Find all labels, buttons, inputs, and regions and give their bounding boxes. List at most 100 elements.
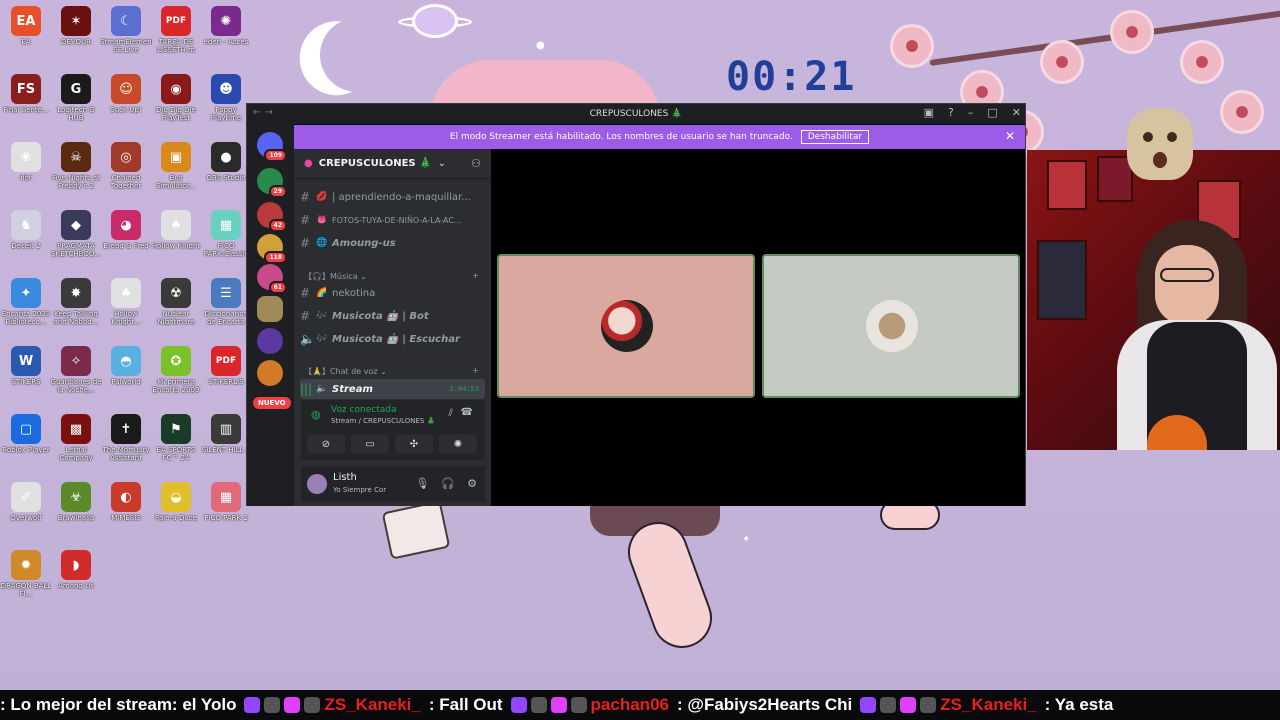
server-badge-icon: ● (304, 158, 313, 169)
desktop-icon[interactable]: ◎ Chained Together (100, 142, 152, 190)
desktop-icon[interactable]: ▥ SILENT HILL 2 (200, 414, 252, 454)
desktop-icon[interactable]: ✐ Overwolf (0, 482, 52, 522)
window-titlebar[interactable]: ← → CREPUSCULONES 🎄 ▣ ? – □ ✕ (247, 104, 1025, 124)
desktop-icon[interactable]: ❀ flor (0, 142, 52, 182)
desktop-icon-label: Diccionarios de Encarta (204, 310, 248, 326)
desktop-icon[interactable]: EA EA (0, 6, 52, 46)
help-icon[interactable]: ? (948, 106, 954, 119)
desktop-icon[interactable]: PDF STIKERLIS (200, 346, 252, 386)
voice-status[interactable]: Voz conectada (331, 405, 396, 415)
channel-item[interactable]: # 🌐 Amoung-us (300, 233, 485, 253)
desktop-icon[interactable]: G Logitech G HUB (50, 74, 102, 122)
inbox-icon[interactable]: ▣ (924, 106, 934, 119)
desktop-icon[interactable]: ♠ Hollow Knight (150, 210, 202, 250)
server-icon[interactable] (257, 328, 283, 354)
server-icon-active[interactable] (257, 296, 283, 322)
desktop-icon-label: StreamElements SE.Live (100, 38, 152, 54)
avatar[interactable] (307, 474, 327, 494)
desktop-icon[interactable]: ▦ PICO PARK 2 (200, 482, 252, 522)
minimize-icon[interactable]: – (968, 106, 974, 119)
desktop-icon[interactable]: ☺ Suck Up! (100, 74, 152, 114)
noise-suppression-icon[interactable]: ⫽ (449, 408, 453, 419)
desktop-icon[interactable]: ✧ Guardianes de la Noche... (50, 346, 102, 394)
server-icon[interactable] (257, 360, 283, 386)
screen-share-button[interactable]: ▭ (351, 434, 389, 454)
mention-badge: 118 (264, 251, 287, 264)
disable-streamer-mode-button[interactable]: Deshabilitar (800, 130, 870, 144)
maximize-icon[interactable]: □ (987, 106, 997, 119)
channel-emoji: 🎶 (316, 311, 328, 321)
server-icon[interactable]: 42 (257, 202, 287, 232)
desktop-icon[interactable]: PDF TAREA DE LISSETH.m (150, 6, 202, 54)
add-channel-icon[interactable]: + (472, 366, 479, 377)
desktop-icon-label: STIKERS (11, 378, 41, 386)
desktop-icon[interactable]: ◕ Bread & Fred (100, 210, 152, 250)
server-header[interactable]: ● CREPUSCULONES 🎄 ⌄ ⚇ (294, 149, 491, 179)
desktop-icon[interactable]: ▢ Roblox Player (0, 414, 52, 454)
desktop-icon[interactable]: ✺ eden - Acces (200, 6, 252, 46)
banner-text: El modo Streamer está habilitado. Los no… (449, 132, 793, 142)
participant-tile[interactable] (762, 254, 1020, 398)
server-icon[interactable]: 118 (257, 234, 287, 264)
discord-window[interactable]: ← → CREPUSCULONES 🎄 ▣ ? – □ ✕ 109 29 42 … (246, 103, 1026, 506)
desktop-icon[interactable]: ☻ Poppy Playtime (200, 74, 252, 122)
channel-item[interactable]: # 💋 | aprendiendo-a-maquillar... (300, 187, 485, 207)
desktop-icon[interactable]: ☣ Brawlhalla (50, 482, 102, 522)
close-icon[interactable]: ✕ (1012, 106, 1021, 119)
channel-item[interactable]: # 🌈 nekotina (300, 283, 485, 303)
add-channel-icon[interactable]: + (472, 271, 479, 282)
desktop-icon[interactable]: ✸ Keep Talking and Nobod... (50, 278, 102, 326)
desktop-icon[interactable]: ▩ Lethal Company (50, 414, 102, 462)
desktop-icon[interactable]: ☢ Nuclear Nightmare (150, 278, 202, 326)
desktop-icon[interactable]: ☠ Five Nights at Freddy's 2 (50, 142, 102, 190)
desktop-icon[interactable]: ● OBS Studio (200, 142, 252, 182)
desktop-icon[interactable]: ✹ DRAGON BALL FI... (0, 550, 52, 598)
desktop-icon[interactable]: ◓ Palworld (100, 346, 152, 386)
desktop-icon[interactable]: ◉ Dig Dig Die PlayTest (150, 74, 202, 122)
discord-home-icon[interactable]: 109 (257, 132, 287, 162)
desktop-icon[interactable]: ◒ Pain-a-Duce (150, 482, 202, 522)
desktop-icon[interactable]: ✦ Encanta 2023 Biblioteca... (0, 278, 52, 326)
desktop-icon[interactable]: ▣ Bus Simulator... (150, 142, 202, 190)
channel-item[interactable]: # 🎶 Musicota 🤖 | Bot (300, 306, 485, 326)
desktop-icon-label: TAREA DE LISSETH.m (157, 38, 195, 54)
desktop-icon[interactable]: ✪ Mi primera Encarta 2009 (150, 346, 202, 394)
app-icon: ☠ (61, 142, 91, 172)
desktop-icon[interactable]: ◐ MIMESIS (100, 482, 152, 522)
chat-badge-icon (530, 697, 547, 713)
desktop-icon[interactable]: ♞ Deceit 2 (0, 210, 52, 250)
microphone-icon[interactable]: 🎙 (415, 477, 429, 490)
disconnect-icon[interactable]: ☎ (461, 407, 473, 418)
server-icon[interactable]: 61 (257, 264, 287, 294)
chat-badge-icon (304, 697, 321, 713)
camera-off-button[interactable]: ⊘ (307, 434, 345, 454)
desktop-icon[interactable]: ⚑ EA SPORTS FC™ 24 (150, 414, 202, 462)
gear-icon[interactable]: ⚙ (467, 477, 477, 490)
participant-tile[interactable] (497, 254, 755, 398)
desktop-icon[interactable]: ✝ The Mortuary Assistant (100, 414, 152, 462)
desktop-icon[interactable]: ✶ DEVOUR (50, 6, 102, 46)
desktop-icon[interactable]: ◆ PRAGMATA SKETCHBOO... (50, 210, 102, 258)
desktop-icon-label: Chained Together (110, 174, 142, 190)
back-forward-arrows-icon[interactable]: ← → (253, 107, 273, 118)
desktop-icon[interactable]: ☰ Diccionarios de Encarta (200, 278, 252, 326)
desktop-icon[interactable]: W STIKERS (0, 346, 52, 386)
channel-item[interactable]: # 👅 FOTOS-TUYA-DE-NIÑO-A-LA-AC... (300, 210, 485, 230)
desktop-icon-label: PRAGMATA SKETCHBOO... (51, 242, 101, 258)
category-music[interactable]: 【🎧】Música ⌄ + (304, 271, 479, 282)
desktop-icon[interactable]: ☾ StreamElements SE.Live (100, 6, 152, 54)
invite-people-icon[interactable]: ⚇ (471, 157, 481, 170)
category-voice[interactable]: 【🙏】Chat de voz ⌄ + (304, 366, 479, 377)
close-banner-icon[interactable]: ✕ (1005, 129, 1015, 143)
headphones-icon[interactable]: 🎧 (441, 477, 455, 490)
server-icon[interactable]: 29 (257, 168, 287, 198)
activities-button[interactable]: ✣ (395, 434, 433, 454)
desktop-icon-label: Final Sente... (3, 106, 49, 114)
desktop-icon[interactable]: FS Final Sente... (0, 74, 52, 114)
soundboard-button[interactable]: ✺ (439, 434, 477, 454)
desktop-icon[interactable]: ♠ Hollow Knight... (100, 278, 152, 326)
desktop-icon[interactable]: ▦ PICO PARK:Classic (200, 210, 252, 258)
desktop-icon[interactable]: ◗ Among Us (50, 550, 102, 590)
voice-channel-stream[interactable]: ||| 🔈 Stream 1:04:53 (300, 379, 485, 399)
voice-channel-item[interactable]: 🔈 🎶 Musicota 🤖 | Escuchar (300, 329, 485, 349)
